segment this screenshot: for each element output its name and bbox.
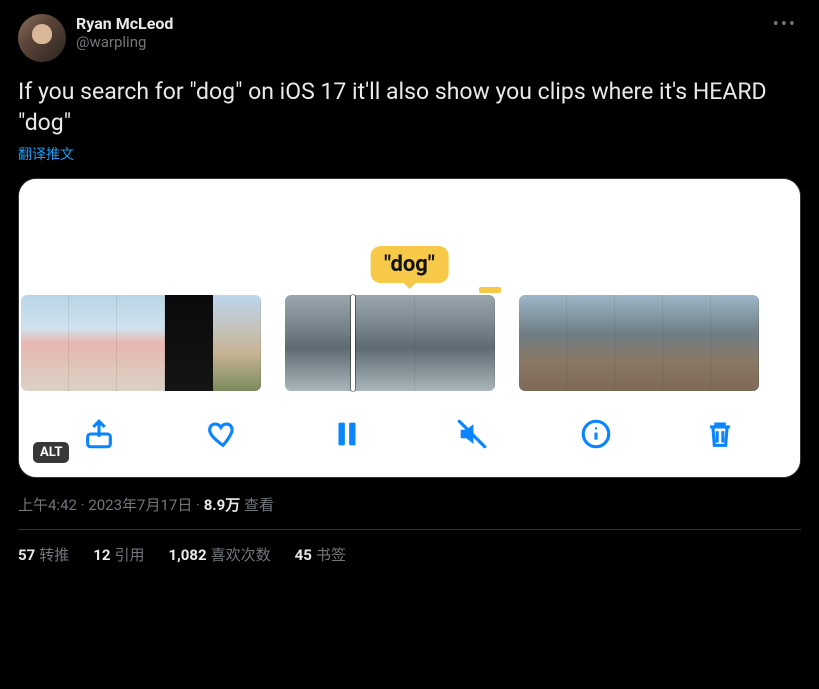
quotes-stat[interactable]: 12引用 bbox=[93, 544, 144, 565]
pause-icon[interactable] bbox=[325, 412, 369, 456]
meta-date[interactable]: 2023年7月17日 bbox=[88, 496, 192, 514]
divider bbox=[18, 529, 801, 530]
clip-2[interactable] bbox=[285, 295, 495, 391]
media-card[interactable]: "dog" bbox=[18, 178, 801, 478]
bookmarks-stat[interactable]: 45书签 bbox=[295, 544, 346, 565]
thumbnail-frame bbox=[165, 295, 213, 391]
stats-row: 57转推 12引用 1,082喜欢次数 45书签 bbox=[18, 544, 801, 565]
user-handle: @warpling bbox=[76, 33, 759, 51]
tweet-header: Ryan McLeod @warpling ••• bbox=[18, 14, 801, 62]
views-label: 查看 bbox=[240, 496, 274, 514]
avatar[interactable] bbox=[18, 14, 66, 62]
meta-row: 上午4:42 · 2023年7月17日 · 8.9万 查看 bbox=[18, 494, 801, 515]
clip-3[interactable] bbox=[519, 295, 759, 391]
thumbnail-frame bbox=[21, 295, 69, 391]
thumbnail-frame bbox=[567, 295, 615, 391]
match-indicator bbox=[479, 287, 501, 293]
user-info[interactable]: Ryan McLeod @warpling bbox=[76, 14, 759, 51]
tweet-container: Ryan McLeod @warpling ••• If you search … bbox=[0, 0, 819, 579]
clip-1[interactable] bbox=[21, 295, 261, 391]
thumbnail-frame bbox=[415, 295, 495, 391]
views-count: 8.9万 bbox=[204, 496, 241, 514]
thumbnail-frame bbox=[519, 295, 567, 391]
retweets-stat[interactable]: 57转推 bbox=[18, 544, 69, 565]
heart-icon[interactable] bbox=[201, 412, 245, 456]
alt-badge[interactable]: ALT bbox=[33, 442, 69, 463]
likes-stat[interactable]: 1,082喜欢次数 bbox=[168, 544, 270, 565]
thumbnail-frame bbox=[213, 295, 261, 391]
media-toolbar bbox=[19, 391, 800, 477]
caption-chip: "dog" bbox=[370, 246, 449, 283]
thumbnail-frame bbox=[615, 295, 663, 391]
thumbnail-frame bbox=[663, 295, 711, 391]
thumbnail-frame bbox=[117, 295, 165, 391]
translate-link[interactable]: 翻译推文 bbox=[18, 144, 801, 164]
mute-icon[interactable] bbox=[450, 412, 494, 456]
timeline-thumbnails[interactable] bbox=[19, 295, 800, 391]
trash-icon[interactable] bbox=[698, 412, 742, 456]
share-icon[interactable] bbox=[77, 412, 121, 456]
media-whitespace: "dog" bbox=[19, 179, 800, 295]
playhead[interactable] bbox=[349, 295, 357, 391]
thumbnail-frame bbox=[711, 295, 759, 391]
display-name: Ryan McLeod bbox=[76, 14, 759, 33]
meta-time[interactable]: 上午4:42 bbox=[18, 496, 77, 514]
more-icon[interactable]: ••• bbox=[769, 14, 801, 35]
thumbnail-frame bbox=[69, 295, 117, 391]
info-icon[interactable] bbox=[574, 412, 618, 456]
tweet-text: If you search for "dog" on iOS 17 it'll … bbox=[18, 76, 801, 138]
